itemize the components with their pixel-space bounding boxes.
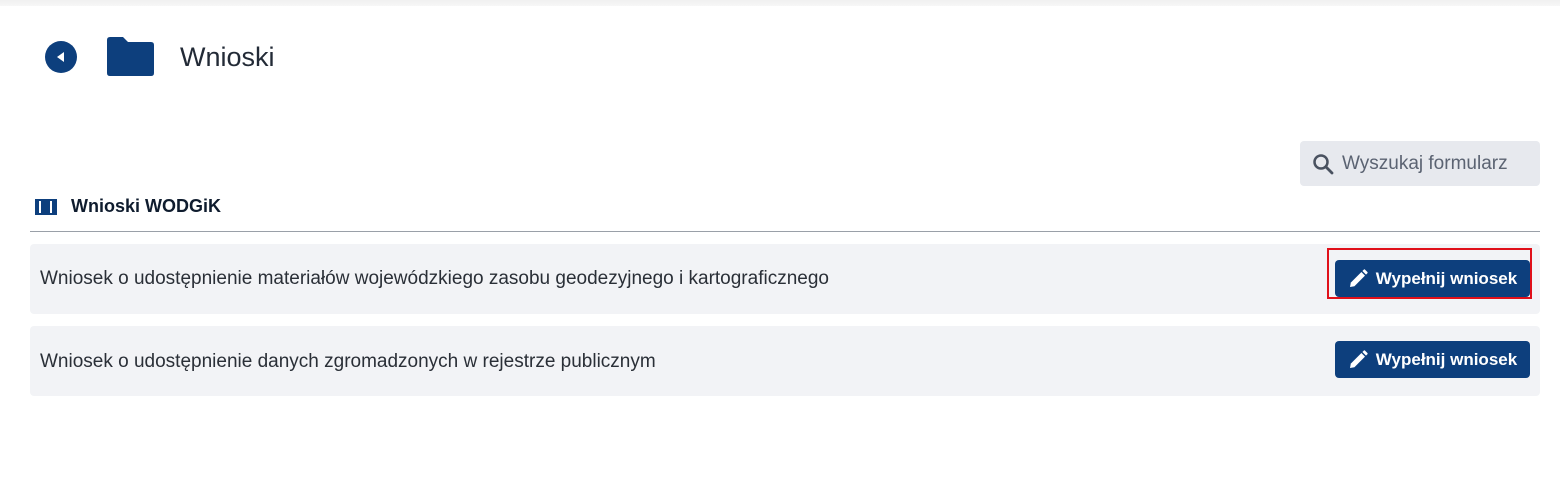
search-box[interactable] — [1300, 141, 1540, 186]
binder-icon — [35, 198, 57, 215]
top-bar — [0, 0, 1560, 6]
form-name: Wniosek o udostępnienie danych zgromadzo… — [40, 351, 656, 372]
folder-icon — [107, 37, 154, 76]
fill-form-button[interactable]: Wypełnij wniosek — [1335, 260, 1530, 297]
back-button[interactable] — [45, 41, 77, 73]
pencil-icon — [1349, 349, 1368, 368]
search-input[interactable] — [1342, 152, 1532, 175]
page-title: Wnioski — [180, 42, 275, 72]
pencil-icon — [1349, 268, 1368, 287]
section-header: Wnioski WODGiK — [35, 196, 221, 217]
search-icon — [1313, 153, 1334, 174]
back-arrow-icon — [57, 52, 64, 62]
section-title: Wnioski WODGiK — [71, 196, 221, 216]
fill-form-button-label: Wypełnij wniosek — [1375, 268, 1518, 288]
section-divider — [30, 231, 1540, 232]
form-row: Wniosek o udostępnienie danych zgromadzo… — [30, 326, 1540, 396]
form-name: Wniosek o udostępnienie materiałów wojew… — [40, 268, 829, 289]
fill-form-button[interactable]: Wypełnij wniosek — [1335, 341, 1530, 378]
form-row: Wniosek o udostępnienie materiałów wojew… — [30, 244, 1540, 314]
fill-form-button-label: Wypełnij wniosek — [1375, 349, 1518, 369]
